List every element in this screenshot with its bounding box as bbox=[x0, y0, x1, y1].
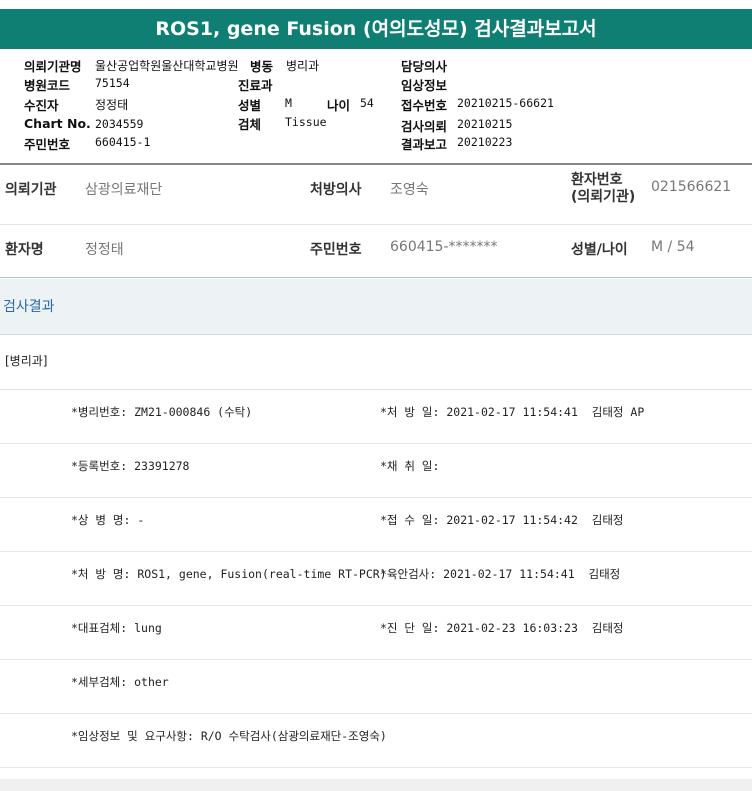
result-field-right: *처 방 일: 2021-02-17 11:54:41 김태정 AP bbox=[380, 405, 645, 419]
info-rrn-label: 주민번호 bbox=[310, 242, 362, 258]
result-row: *병리번호: ZM21-000846 (수탁) *처 방 일: 2021-02-1… bbox=[0, 390, 752, 444]
result-row: *상 병 명: - *접 수 일: 2021-02-17 11:54:42 김태정 bbox=[0, 498, 752, 552]
hospital-code-value: 75154 bbox=[95, 76, 130, 90]
result-field-left: *세부검체: other bbox=[71, 675, 169, 689]
hospital-code-label: 병원코드 bbox=[24, 78, 71, 93]
age-label: 나이 bbox=[327, 98, 351, 113]
sex-label: 성별 bbox=[238, 98, 262, 113]
prescriber-value: 조영숙 bbox=[390, 182, 429, 198]
result-field-right: *채 취 일: bbox=[380, 459, 440, 473]
chart-no-value: 2034559 bbox=[95, 117, 144, 131]
sex-value: M bbox=[285, 96, 292, 110]
receipt-no-value: 20210215-66621 bbox=[457, 96, 554, 110]
chart-no-label: Chart No. bbox=[24, 116, 91, 131]
ward-value: 병리과 bbox=[286, 59, 320, 73]
result-row: *처 방 명: ROS1, gene, Fusion(real-time RT-… bbox=[0, 552, 752, 606]
header-divider bbox=[0, 163, 752, 165]
result-field-left: *대표검체: lung bbox=[71, 621, 162, 635]
result-field-right: *진 단 일: 2021-02-23 16:03:23 김태정 bbox=[380, 621, 624, 635]
specimen-label: 검체 bbox=[238, 117, 262, 132]
result-field-left: *처 방 명: ROS1, gene, Fusion(real-time RT-… bbox=[71, 567, 387, 581]
receiver-value: 정정태 bbox=[95, 98, 129, 112]
specimen-value: Tissue bbox=[285, 115, 327, 129]
requesting-org-value: 울산공업학원울산대학교병원 bbox=[95, 59, 239, 73]
result-report-label: 결과보고 bbox=[401, 137, 448, 152]
report-header: 의뢰기관명 울산공업학원울산대학교병원 병동 병리과 담당의사 병원코드 751… bbox=[0, 50, 752, 164]
department-label: [병리과] bbox=[0, 336, 752, 390]
results-section-title: 검사결과 bbox=[0, 279, 752, 335]
receipt-no-label: 접수번호 bbox=[401, 98, 448, 113]
result-field-left: *임상정보 및 요구사항: R/O 수탁검사(삼광의료재단-조영숙) bbox=[71, 729, 387, 743]
result-field-left: *상 병 명: - bbox=[71, 513, 145, 527]
test-request-value: 20210215 bbox=[457, 117, 513, 131]
info-row: 환자명 정정태 주민번호 660415-******* 성별/나이 M / 54 bbox=[0, 225, 752, 278]
test-request-label: 검사의뢰 bbox=[401, 119, 448, 134]
result-row: *등록번호: 23391278 *채 취 일: bbox=[0, 444, 752, 498]
org-label: 의뢰기관 bbox=[5, 182, 57, 198]
clinical-info-label: 임상정보 bbox=[401, 78, 448, 93]
result-field-left: *등록번호: 23391278 bbox=[71, 459, 190, 473]
result-field-left: *병리번호: ZM21-000846 (수탁) bbox=[71, 405, 253, 419]
prescriber-label: 처방의사 bbox=[310, 182, 362, 198]
receiver-label: 수진자 bbox=[24, 98, 59, 113]
rrn-value: 660415-1 bbox=[95, 135, 151, 149]
dept-label: 진료과 bbox=[238, 78, 273, 93]
report-title: ROS1, gene Fusion (여의도성모) 검사결과보고서 bbox=[0, 9, 752, 49]
rrn-label: 주민번호 bbox=[24, 137, 71, 152]
info-row: 의뢰기관 삼광의료재단 처방의사 조영숙 환자번호 (의뢰기관) 0215666… bbox=[0, 167, 752, 225]
patient-no-value: 021566621 bbox=[651, 179, 732, 195]
patient-name-label: 환자명 bbox=[5, 242, 44, 258]
ward-label: 병동 bbox=[250, 59, 274, 74]
info-rrn-value: 660415-******* bbox=[390, 239, 498, 255]
result-report-value: 20210223 bbox=[457, 135, 513, 149]
result-field-right: *육안검사: 2021-02-17 11:54:41 김태정 bbox=[380, 567, 621, 581]
patient-no-sublabel: (의뢰기관) bbox=[571, 189, 636, 205]
age-value: 54 bbox=[360, 96, 374, 110]
result-field-right: *접 수 일: 2021-02-17 11:54:42 김태정 bbox=[380, 513, 624, 527]
bottom-band bbox=[0, 779, 752, 791]
sex-age-label: 성별/나이 bbox=[571, 242, 628, 258]
org-value: 삼광의료재단 bbox=[85, 182, 163, 198]
requesting-org-label: 의뢰기관명 bbox=[24, 59, 82, 74]
result-row: *임상정보 및 요구사항: R/O 수탁검사(삼광의료재단-조영숙) bbox=[0, 714, 752, 768]
result-row: *세부검체: other bbox=[0, 660, 752, 714]
doctor-label: 담당의사 bbox=[401, 59, 448, 74]
result-row: *대표검체: lung *진 단 일: 2021-02-23 16:03:23 김… bbox=[0, 606, 752, 660]
sex-age-value: M / 54 bbox=[651, 239, 695, 255]
patient-name-value: 정정태 bbox=[85, 242, 124, 258]
